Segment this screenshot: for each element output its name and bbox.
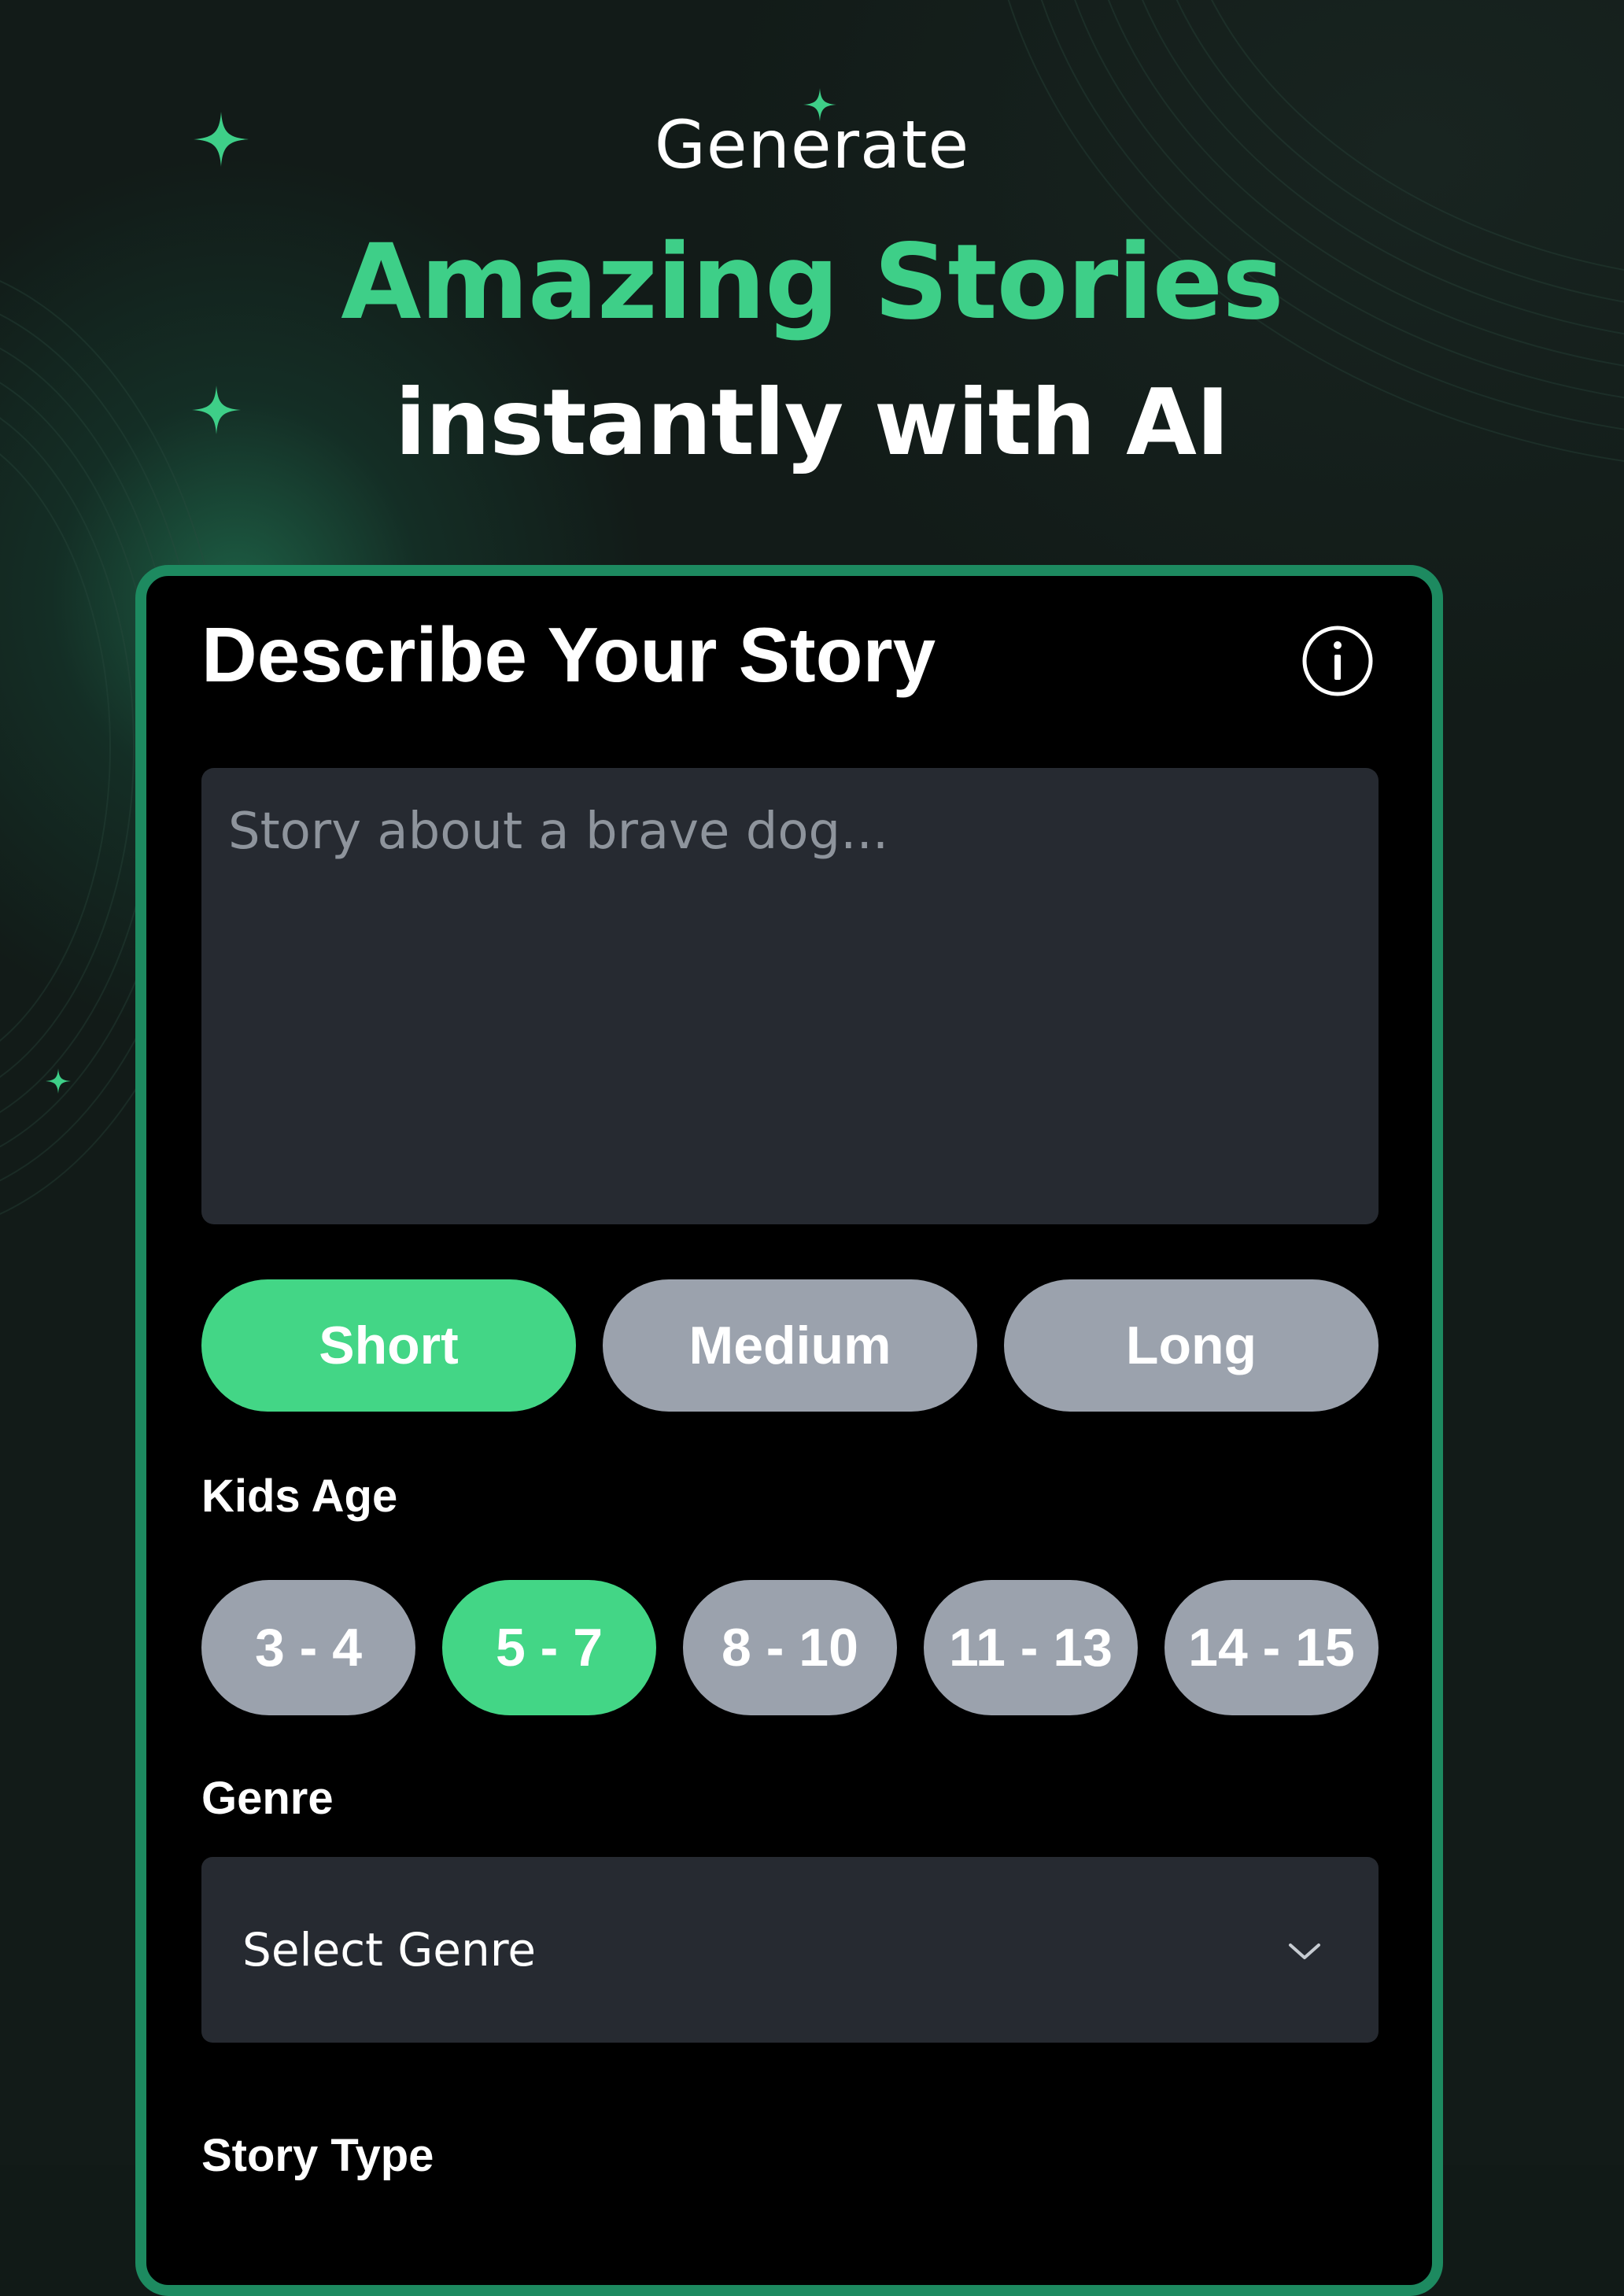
age-option-3-4[interactable]: 3 - 4 bbox=[201, 1580, 415, 1715]
genre-label: Genre bbox=[201, 1773, 334, 1824]
info-icon[interactable] bbox=[1301, 625, 1374, 697]
card-title: Describe Your Story bbox=[201, 611, 936, 698]
length-short-button[interactable]: Short bbox=[201, 1279, 576, 1412]
story-type-label: Story Type bbox=[201, 2130, 434, 2181]
kids-age-label: Kids Age bbox=[201, 1471, 398, 1522]
length-medium-button[interactable]: Medium bbox=[603, 1279, 977, 1412]
length-long-button[interactable]: Long bbox=[1004, 1279, 1379, 1412]
genre-select[interactable]: Select Genre bbox=[201, 1857, 1379, 2043]
sparkle-icon bbox=[46, 1069, 71, 1094]
genre-select-value: Select Genre bbox=[242, 1923, 537, 1977]
age-option-14-15[interactable]: 14 - 15 bbox=[1164, 1580, 1379, 1715]
age-option-8-10[interactable]: 8 - 10 bbox=[683, 1580, 897, 1715]
age-option-5-7[interactable]: 5 - 7 bbox=[442, 1580, 656, 1715]
age-option-11-13[interactable]: 11 - 13 bbox=[924, 1580, 1138, 1715]
chevron-down-icon bbox=[1289, 1943, 1320, 1959]
hero-subtitle: instantly with AI bbox=[394, 370, 1230, 476]
hero-pre-title: Generate bbox=[654, 106, 970, 183]
hero-title: Amazing Stories bbox=[341, 222, 1284, 343]
story-prompt-input[interactable] bbox=[201, 768, 1379, 1224]
